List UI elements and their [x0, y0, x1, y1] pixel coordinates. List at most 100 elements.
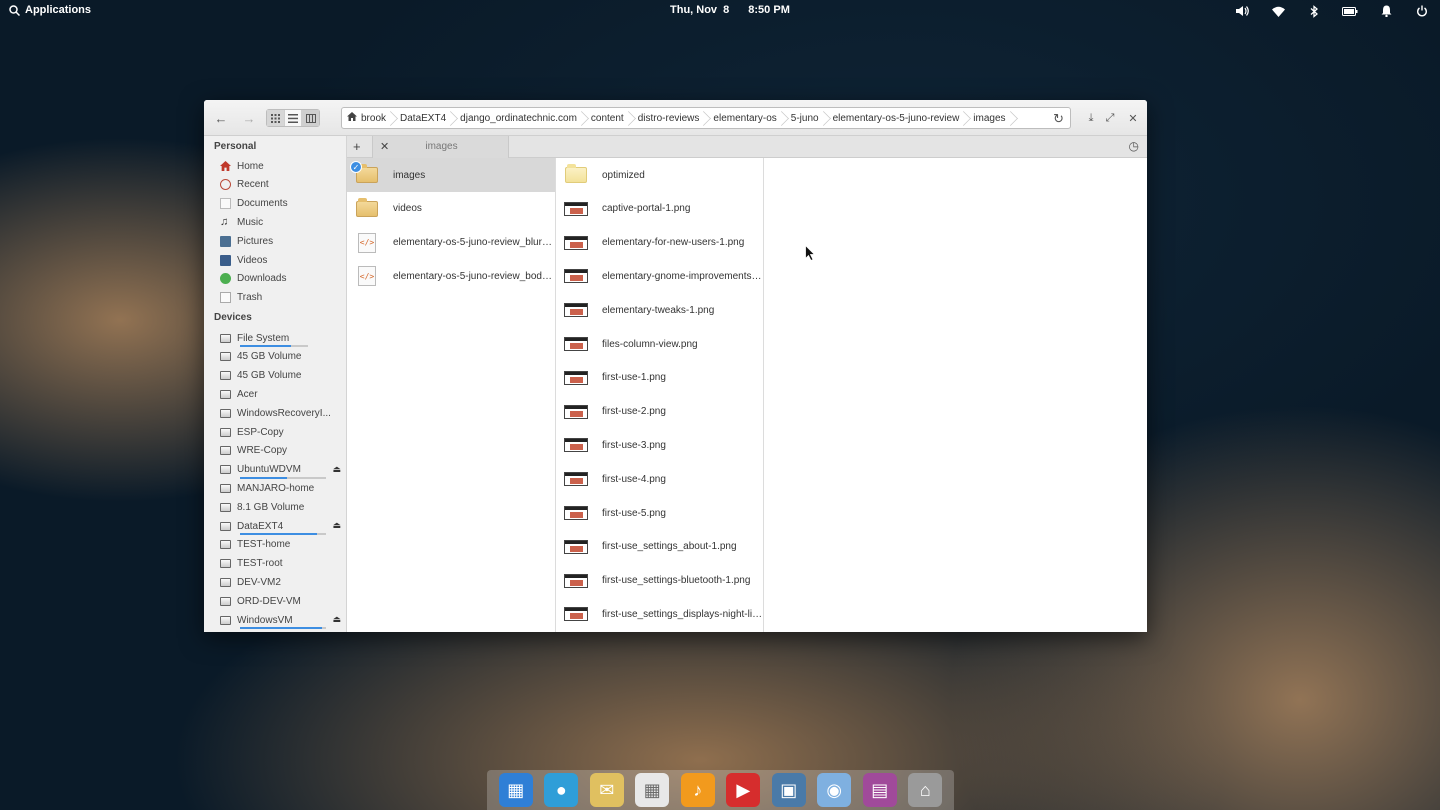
new-tab-button[interactable]: + — [353, 139, 361, 154]
power-icon[interactable] — [1414, 3, 1430, 19]
file-thumbnail — [564, 266, 588, 286]
eject-icon[interactable]: ⏏ — [332, 614, 341, 625]
sidebar-item-documents[interactable]: Documents — [220, 195, 345, 213]
column-view-button[interactable] — [302, 110, 320, 126]
list-item[interactable]: ✓ images — [347, 158, 555, 192]
list-item[interactable]: </> elementary-os-5-juno-review_blurb.... — [347, 226, 555, 260]
tab-images[interactable]: ✕ images — [372, 136, 509, 158]
sidebar-device-45-gb-volume[interactable]: 45 GB Volume — [220, 348, 345, 366]
sidebar-item-home[interactable]: Home — [220, 157, 345, 175]
breadcrumb-django-ordinatechnic-com[interactable]: django_ordinatechnic.com — [454, 108, 585, 128]
sidebar-item-label: Recent — [237, 179, 269, 191]
files-icon[interactable]: ⌂ — [908, 773, 943, 807]
list-item[interactable]: optimized — [556, 158, 763, 192]
list-item[interactable]: elementary-gnome-improvements-1... — [556, 259, 763, 293]
web-browser-icon[interactable]: ● — [544, 773, 579, 807]
breadcrumb-images[interactable]: images — [967, 108, 1013, 128]
sidebar-device-acer[interactable]: Acer — [220, 385, 345, 403]
selection-check-icon[interactable]: ✓ — [350, 161, 362, 173]
breadcrumb-5-juno[interactable]: 5-juno — [785, 108, 827, 128]
list-item[interactable]: first-use-2.png — [556, 395, 763, 429]
sidebar-device-8-1-gb-volume[interactable]: 8.1 GB Volume — [220, 498, 345, 516]
sidebar-item-pictures[interactable]: Pictures — [220, 232, 345, 250]
breadcrumb-elementary-os-5-juno-review[interactable]: elementary-os-5-juno-review — [827, 108, 968, 128]
reload-icon[interactable]: ↻ — [1053, 111, 1064, 127]
list-item[interactable]: first-use-4.png — [556, 462, 763, 496]
sidebar-device-label: ORD-DEV-VM — [237, 595, 301, 607]
eject-icon[interactable]: ⏏ — [332, 520, 341, 531]
sidebar-device-manjaro-home[interactable]: MANJARO-home — [220, 479, 345, 497]
back-button[interactable]: ← — [213, 110, 229, 126]
history-icon[interactable]: ◷ — [1129, 139, 1139, 153]
list-item[interactable]: first-use_settings-bluetooth-1.png — [556, 564, 763, 598]
sidebar-device-test-home[interactable]: TEST-home — [220, 536, 345, 554]
breadcrumb-content[interactable]: content — [585, 108, 632, 128]
volume-icon[interactable] — [1234, 3, 1250, 19]
breadcrumb-elementary-os[interactable]: elementary-os — [707, 108, 784, 128]
bluetooth-icon[interactable] — [1306, 3, 1322, 19]
sidebar-item-videos[interactable]: Videos — [220, 251, 345, 269]
sidebar-device-esp-copy[interactable]: ESP-Copy — [220, 423, 345, 441]
list-item[interactable]: first-use_settings_about-1.png — [556, 530, 763, 564]
image-file-icon — [564, 337, 588, 351]
sidebar-device-45-gb-volume[interactable]: 45 GB Volume — [220, 367, 345, 385]
list-item[interactable]: files-column-view.png — [556, 327, 763, 361]
storage-usage-bar — [240, 476, 326, 479]
sidebar-item-trash[interactable]: Trash — [220, 289, 345, 307]
sidebar-device-wre-copy[interactable]: WRE-Copy — [220, 442, 345, 460]
list-item[interactable]: first-use-1.png — [556, 361, 763, 395]
sidebar-device-windowsrecoveryi-[interactable]: WindowsRecoveryI... — [220, 404, 345, 422]
sidebar-device-ord-dev-vm[interactable]: ORD-DEV-VM — [220, 592, 345, 610]
forward-button[interactable]: → — [241, 110, 257, 126]
applications-menu[interactable]: Applications — [9, 4, 91, 16]
mail-icon[interactable]: ✉ — [589, 773, 624, 807]
file-name: first-use_settings-bluetooth-1.png — [602, 575, 751, 587]
list-item[interactable]: elementary-for-new-users-1.png — [556, 226, 763, 260]
list-view-button[interactable] — [285, 110, 303, 126]
multitasking-view-icon[interactable]: ▦ — [498, 773, 533, 807]
sidebar-item-music[interactable]: ♫ Music — [220, 213, 345, 231]
sidebar-device-ubuntuwdvm[interactable]: UbuntuWDVM ⏏ — [220, 461, 345, 479]
sidebar-device-file-system[interactable]: File System — [220, 329, 345, 347]
maximize-button[interactable]: ⤢ — [1102, 110, 1118, 126]
breadcrumb-brook[interactable]: brook — [342, 108, 394, 128]
list-item[interactable]: captive-portal-1.png — [556, 192, 763, 226]
sidebar-item-downloads[interactable]: Downloads — [220, 270, 345, 288]
sidebar-item-label: Music — [237, 216, 264, 228]
icon-view-button[interactable] — [267, 110, 285, 126]
download-icon: ⤓ — [1088, 111, 1094, 124]
breadcrumb-distro-reviews[interactable]: distro-reviews — [632, 108, 708, 128]
sidebar-device-label: ESP-Copy — [237, 426, 284, 438]
file-name: first-use-5.png — [602, 507, 666, 519]
list-item[interactable]: </> elementary-os-5-juno-review_body.h... — [347, 259, 555, 293]
eject-icon[interactable]: ⏏ — [332, 464, 341, 475]
datetime-indicator[interactable]: Thu, Nov 8 8:50 PM — [670, 4, 790, 16]
list-item[interactable]: first-use-3.png — [556, 428, 763, 462]
breadcrumb-label: distro-reviews — [637, 112, 700, 124]
breadcrumb-dataext4[interactable]: DataEXT4 — [394, 108, 454, 128]
notifications-icon[interactable] — [1378, 3, 1394, 19]
settings-icon[interactable]: ◉ — [817, 773, 852, 807]
photos-icon[interactable]: ▣ — [771, 773, 806, 807]
videos-app-icon[interactable]: ▶ — [726, 773, 761, 807]
list-item[interactable]: first-use-5.png — [556, 496, 763, 530]
location-bar[interactable]: brook DataEXT4 django_ordinatechnic.com con… — [341, 107, 1071, 129]
sidebar-item-recent[interactable]: Recent — [220, 176, 345, 194]
appcenter-icon[interactable]: ▤ — [862, 773, 897, 807]
close-icon: ✕ — [1128, 112, 1138, 125]
sidebar-device-label: MANJARO-home — [237, 482, 315, 494]
close-window-button[interactable]: ✕ — [1125, 110, 1141, 126]
list-item[interactable]: videos — [347, 192, 555, 226]
sidebar-device-test-root[interactable]: TEST-root — [220, 555, 345, 573]
sidebar-device-dataext4[interactable]: DataEXT4 ⏏ — [220, 517, 345, 535]
download-button[interactable]: ⤓ — [1083, 110, 1099, 126]
battery-icon[interactable] — [1342, 3, 1358, 19]
sidebar-device-windowsvm[interactable]: WindowsVM ⏏ — [220, 611, 345, 629]
file-thumbnail — [564, 571, 588, 591]
list-item[interactable]: elementary-tweaks-1.png — [556, 293, 763, 327]
sidebar-device-dev-vm2[interactable]: DEV-VM2 — [220, 573, 345, 591]
calendar-icon[interactable]: ▦ — [635, 773, 670, 807]
music-player-icon[interactable]: ♪ — [680, 773, 715, 807]
wifi-icon[interactable] — [1270, 3, 1286, 19]
list-item[interactable]: first-use_settings_displays-night-ligh..… — [556, 597, 763, 631]
